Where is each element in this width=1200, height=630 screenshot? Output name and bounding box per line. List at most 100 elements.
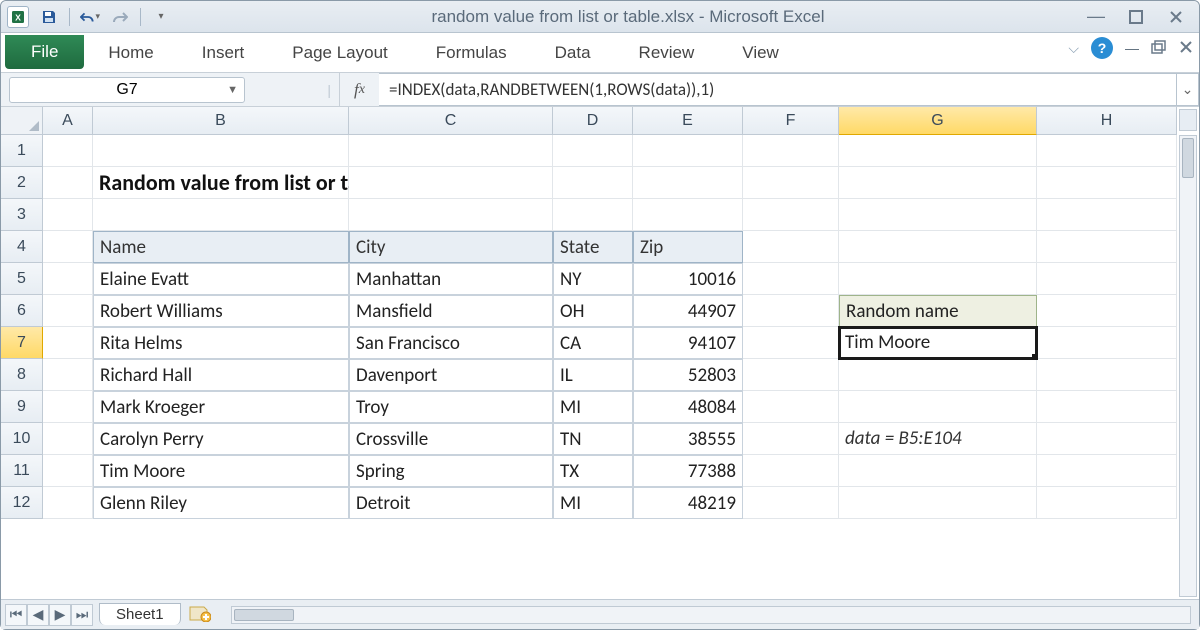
- cell[interactable]: [1037, 487, 1177, 519]
- vertical-scrollbar[interactable]: [1179, 135, 1197, 597]
- cell[interactable]: [839, 231, 1037, 263]
- cell[interactable]: [553, 135, 633, 167]
- cell-city[interactable]: Troy: [349, 391, 553, 423]
- row-header-11[interactable]: 11: [1, 455, 43, 487]
- close-icon[interactable]: [1165, 6, 1187, 28]
- help-icon[interactable]: ?: [1091, 37, 1113, 59]
- cell[interactable]: [93, 199, 349, 231]
- cell[interactable]: [1037, 135, 1177, 167]
- workbook-close-icon[interactable]: [1179, 40, 1193, 57]
- formula-expand-icon[interactable]: ⌄: [1177, 73, 1199, 106]
- cell[interactable]: [43, 487, 93, 519]
- cell[interactable]: [839, 455, 1037, 487]
- cell[interactable]: [743, 423, 839, 455]
- cell[interactable]: [349, 135, 553, 167]
- cell[interactable]: [743, 295, 839, 327]
- cell[interactable]: [43, 231, 93, 263]
- sheet-nav-next-icon[interactable]: ▶: [49, 604, 71, 626]
- sheet-nav-prev-icon[interactable]: ◀: [27, 604, 49, 626]
- row-header-10[interactable]: 10: [1, 423, 43, 455]
- cell[interactable]: [743, 455, 839, 487]
- cell[interactable]: [839, 359, 1037, 391]
- cell[interactable]: [1037, 167, 1177, 199]
- row-header-8[interactable]: 8: [1, 359, 43, 391]
- cell-zip[interactable]: 38555: [633, 423, 743, 455]
- cell-state[interactable]: MI: [553, 391, 633, 423]
- cell-city[interactable]: Manhattan: [349, 263, 553, 295]
- col-header-E[interactable]: E: [633, 107, 743, 135]
- cell[interactable]: [1037, 455, 1177, 487]
- cell[interactable]: [743, 199, 839, 231]
- cell[interactable]: [839, 487, 1037, 519]
- row-header-7[interactable]: 7: [1, 327, 43, 359]
- name-box[interactable]: G7 ▼: [9, 77, 245, 103]
- cell-name[interactable]: Tim Moore: [93, 455, 349, 487]
- row-header-12[interactable]: 12: [1, 487, 43, 519]
- cell[interactable]: [743, 167, 839, 199]
- cell-name[interactable]: Rita Helms: [93, 327, 349, 359]
- spreadsheet-grid[interactable]: A B C D E F G H 1 2 Random value from li…: [1, 107, 1199, 599]
- cell[interactable]: [553, 199, 633, 231]
- tab-data[interactable]: Data: [531, 33, 615, 72]
- cell-zip[interactable]: 48084: [633, 391, 743, 423]
- row-header-5[interactable]: 5: [1, 263, 43, 295]
- cell[interactable]: [839, 135, 1037, 167]
- cell-name[interactable]: Elaine Evatt: [93, 263, 349, 295]
- row-header-9[interactable]: 9: [1, 391, 43, 423]
- minimize-icon[interactable]: ―: [1085, 6, 1107, 28]
- cell-state[interactable]: MI: [553, 487, 633, 519]
- cell-state[interactable]: TX: [553, 455, 633, 487]
- cell-state[interactable]: OH: [553, 295, 633, 327]
- sheet-nav-first-icon[interactable]: ⏮: [5, 604, 27, 626]
- cell[interactable]: [43, 199, 93, 231]
- cell[interactable]: [839, 167, 1037, 199]
- cell-state[interactable]: CA: [553, 327, 633, 359]
- col-header-F[interactable]: F: [743, 107, 839, 135]
- split-handle[interactable]: [1179, 109, 1197, 131]
- cell[interactable]: [43, 359, 93, 391]
- tab-view[interactable]: View: [718, 33, 803, 72]
- col-header-C[interactable]: C: [349, 107, 553, 135]
- cell-name[interactable]: Richard Hall: [93, 359, 349, 391]
- cell-name[interactable]: Glenn Riley: [93, 487, 349, 519]
- cell[interactable]: [1037, 391, 1177, 423]
- cell[interactable]: [1037, 295, 1177, 327]
- data-range-note[interactable]: data = B5:E104: [839, 423, 1037, 455]
- cell[interactable]: [43, 295, 93, 327]
- cell[interactable]: [839, 199, 1037, 231]
- cell[interactable]: [43, 391, 93, 423]
- chevron-down-icon[interactable]: ▼: [227, 84, 238, 96]
- qat-customize-icon[interactable]: ▾: [151, 7, 171, 27]
- cell[interactable]: [93, 135, 349, 167]
- cell[interactable]: [553, 167, 633, 199]
- cell[interactable]: [349, 199, 553, 231]
- new-sheet-icon[interactable]: [189, 604, 211, 625]
- table-header-zip[interactable]: Zip: [633, 231, 743, 263]
- cell-city[interactable]: Detroit: [349, 487, 553, 519]
- col-header-H[interactable]: H: [1037, 107, 1177, 135]
- cell-zip[interactable]: 77388: [633, 455, 743, 487]
- cell-city[interactable]: Crossville: [349, 423, 553, 455]
- cell[interactable]: [43, 423, 93, 455]
- cell-city[interactable]: Davenport: [349, 359, 553, 391]
- cell-zip[interactable]: 94107: [633, 327, 743, 359]
- active-cell-G7[interactable]: Tim Moore: [839, 327, 1037, 359]
- cell[interactable]: [743, 263, 839, 295]
- tab-home[interactable]: Home: [84, 33, 177, 72]
- cell[interactable]: [743, 231, 839, 263]
- row-header-4[interactable]: 4: [1, 231, 43, 263]
- cell[interactable]: [743, 359, 839, 391]
- redo-icon[interactable]: [110, 7, 130, 27]
- save-icon[interactable]: [39, 7, 59, 27]
- row-header-2[interactable]: 2: [1, 167, 43, 199]
- tab-formulas[interactable]: Formulas: [412, 33, 531, 72]
- cell[interactable]: [839, 263, 1037, 295]
- cell-city[interactable]: San Francisco: [349, 327, 553, 359]
- cell[interactable]: [743, 135, 839, 167]
- cell[interactable]: [43, 455, 93, 487]
- col-header-B[interactable]: B: [93, 107, 349, 135]
- cell[interactable]: [743, 487, 839, 519]
- cell[interactable]: [1037, 327, 1177, 359]
- row-header-3[interactable]: 3: [1, 199, 43, 231]
- cell[interactable]: [1037, 263, 1177, 295]
